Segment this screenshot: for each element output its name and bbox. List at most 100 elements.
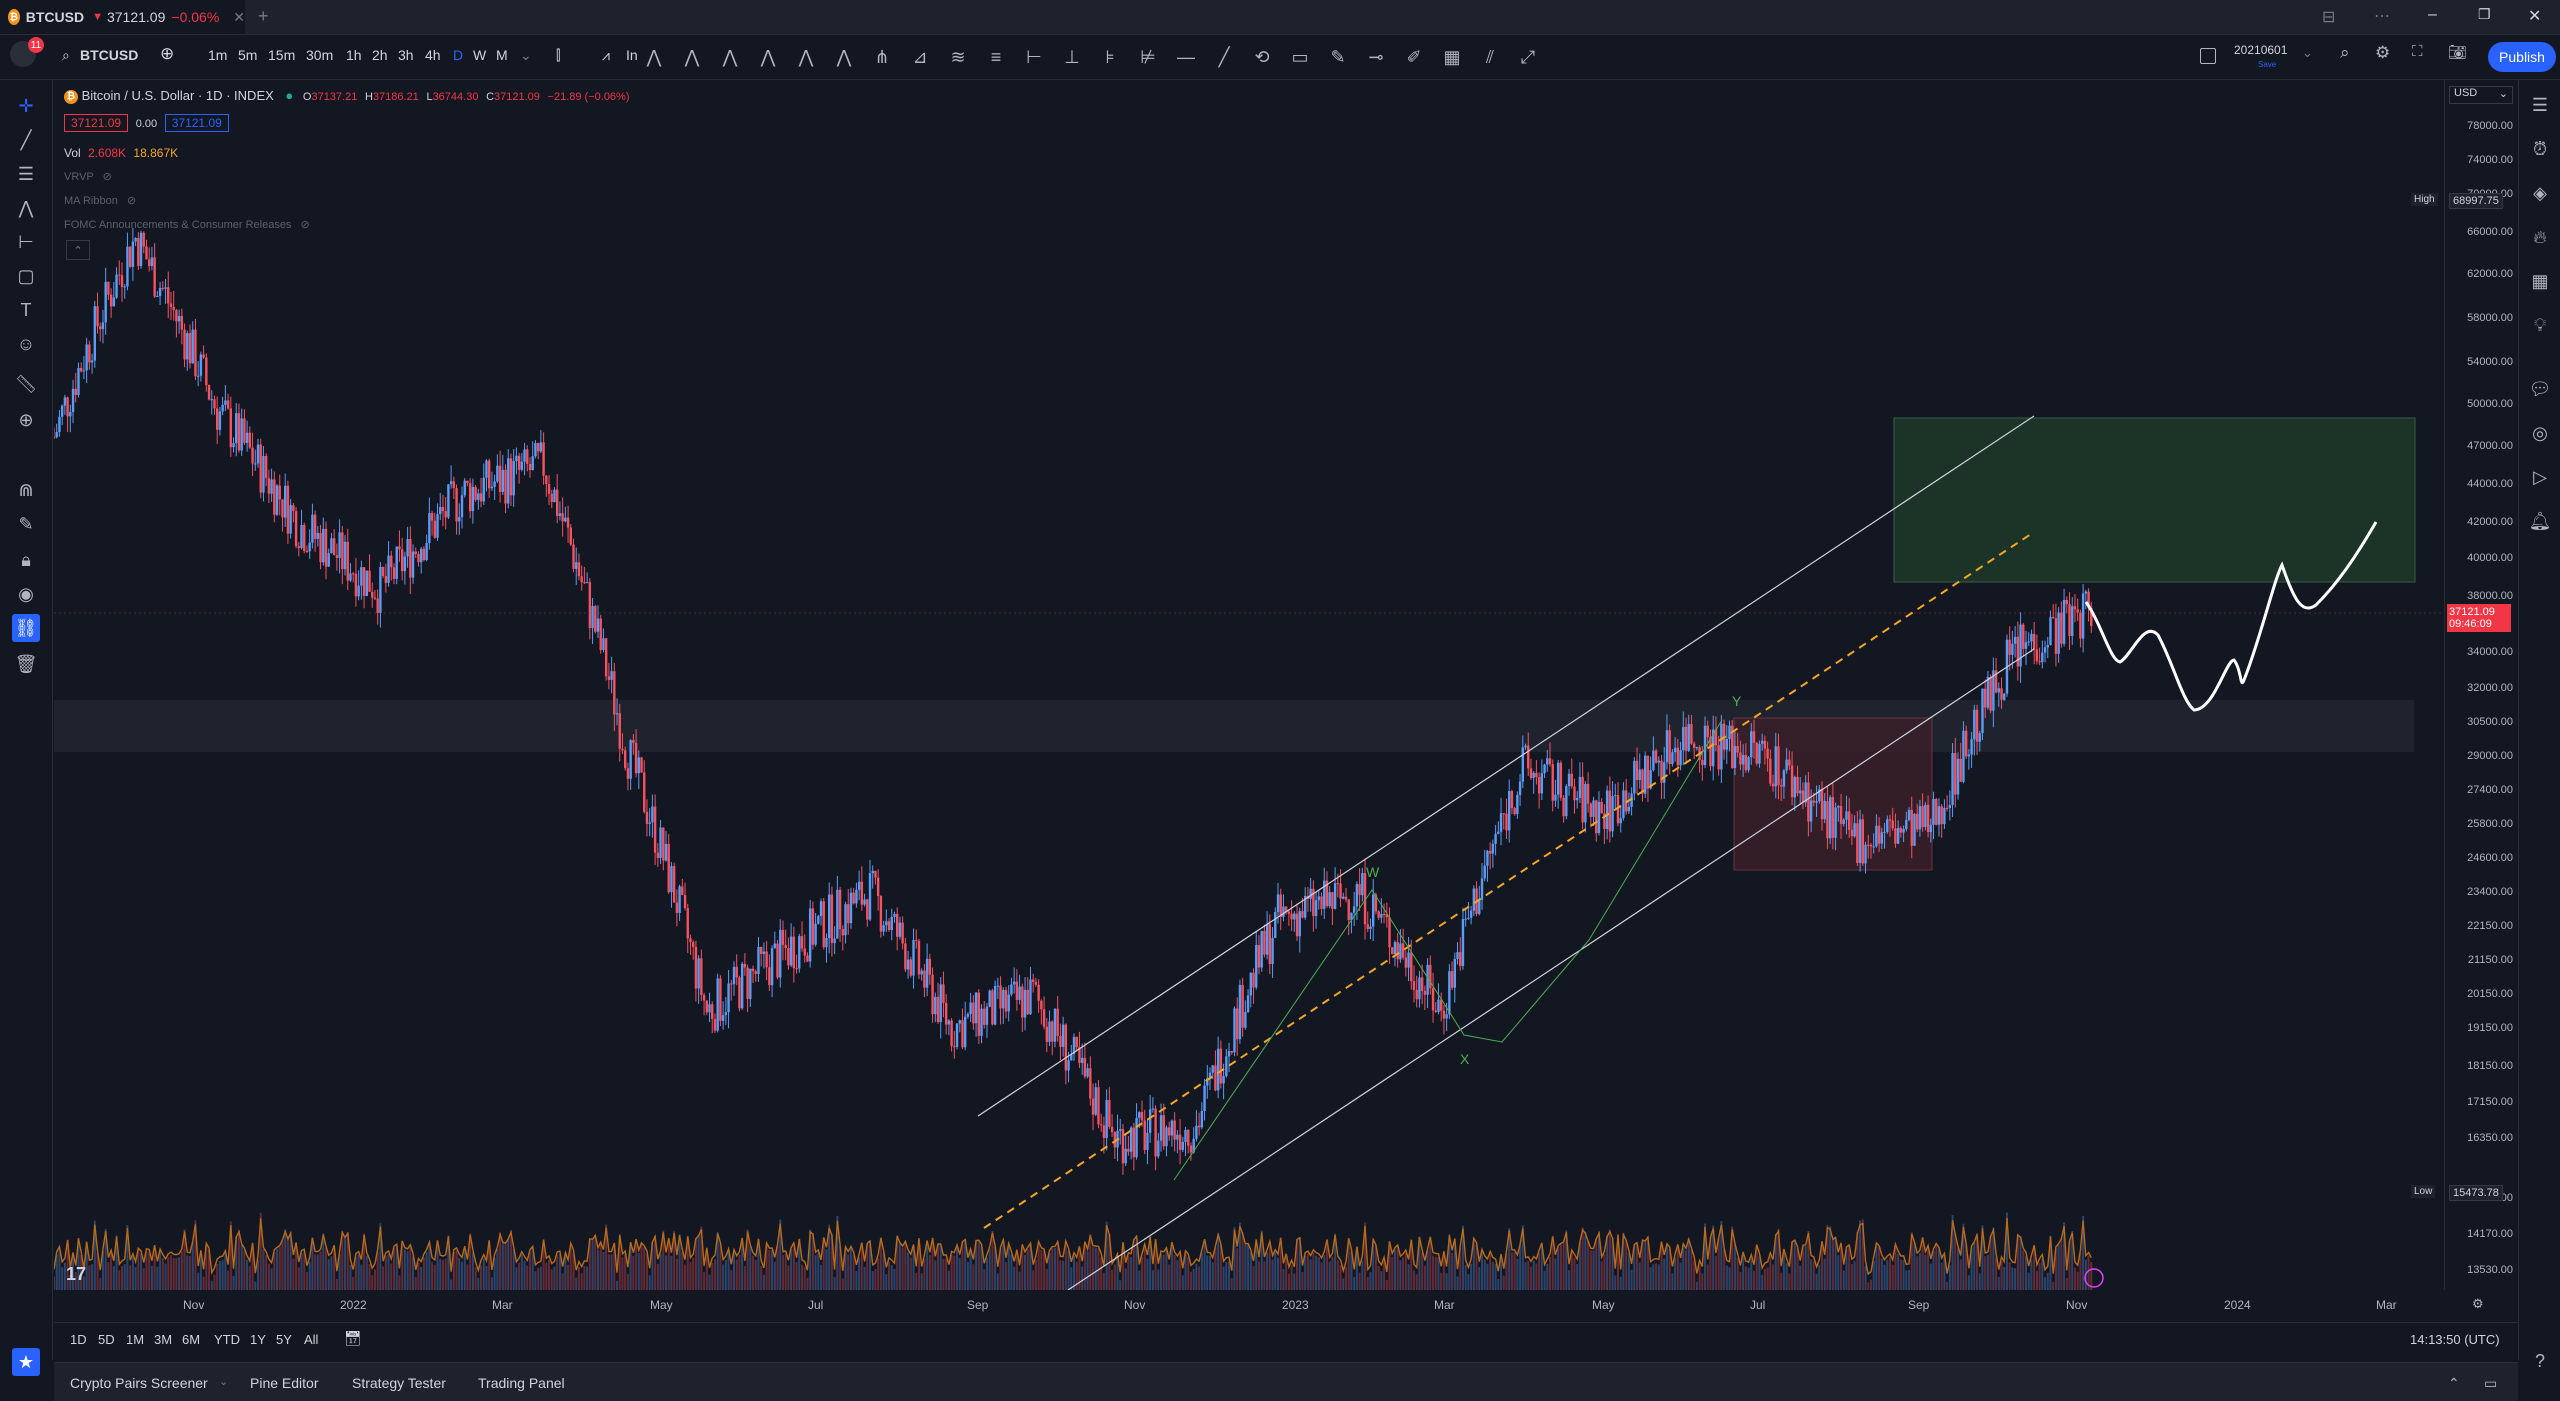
rectangle-icon[interactable]: ▭ [1286,43,1314,71]
trend-line-tool-icon[interactable]: ╱ [12,126,40,154]
ma-ribbon-legend[interactable]: MA Ribbon ⊘ [64,194,136,207]
maximize-icon[interactable]: ❐ [2478,6,2491,23]
ray-icon[interactable]: ⊸ [1362,43,1390,71]
fib-retracement-icon[interactable]: ≡ [982,43,1010,71]
brush-icon[interactable]: ✎ [1324,43,1352,71]
chat-icon[interactable]: 💬︎ [2527,376,2553,402]
fib-tool-icon[interactable]: ☰ [12,160,40,188]
grid-icon[interactable]: ▦ [1438,43,1466,71]
currency-selector[interactable]: USD ⌄ [2449,86,2513,104]
range-5y[interactable]: 5Y [276,1332,292,1347]
hidden-eye-icon[interactable]: ⊘ [103,171,112,183]
buy-price[interactable]: 37121.09 [164,114,229,132]
stay-drawing-icon[interactable]: ✎ [12,510,40,538]
more-tools-icon[interactable]: ⤢ [1514,43,1542,71]
notifications-bell-icon[interactable]: 🔔︎ [2527,508,2553,534]
close-window-icon[interactable]: ✕ [2528,6,2541,26]
pencil-icon[interactable]: ✐ [1400,43,1428,71]
interval-w[interactable]: W [473,47,486,63]
range-6m[interactable]: 6M [182,1332,200,1347]
range-all[interactable]: All [304,1332,318,1347]
lock-icon[interactable]: 🔒︎ [12,546,40,574]
xabcd-pattern-icon[interactable]: ⋀ [640,43,668,71]
indicators-icon[interactable]: ⩘ [602,47,610,64]
date-range-icon[interactable]: ⊢ [1020,43,1048,71]
abcd-pattern-icon[interactable]: ⋀ [754,43,782,71]
interval-1m[interactable]: 1m [208,47,227,63]
eye-icon[interactable]: ◉ [12,580,40,608]
more-icon[interactable]: ⋯ [2374,6,2390,26]
pitchfork-icon[interactable]: ⋔ [868,43,896,71]
gann-fan-icon[interactable]: ≋ [944,43,972,71]
magnet-icon[interactable]: ⋒ [12,476,40,504]
range-1d[interactable]: 1D [70,1332,87,1347]
hotlist-flame-icon[interactable]: 🔥︎ [2527,224,2553,250]
interval-m[interactable]: M [496,47,508,63]
panel-maximize-icon[interactable]: ▭ [2484,1375,2497,1392]
tab-trading-panel[interactable]: Trading Panel [478,1375,565,1391]
trend-line-icon[interactable]: ╱ [1210,43,1238,71]
short-position-icon[interactable]: ⊭ [1134,43,1162,71]
price-scale[interactable]: USD ⌄ 78000.0074000.0070000.0066000.0062… [2411,80,2519,1290]
interval-5m[interactable]: 5m [238,47,257,63]
alerts-clock-icon[interactable]: ⏰︎ [2527,136,2553,162]
interval-2h[interactable]: 2h [372,47,388,63]
prediction-tool-icon[interactable]: ⊢ [12,228,40,256]
help-icon[interactable]: ? [2527,1348,2553,1374]
zoom-in-icon[interactable]: ⊕ [12,406,40,434]
snapshot-camera-icon[interactable]: 📷︎ [2448,43,2467,61]
search-icon[interactable]: ⌕ [62,47,70,64]
price-range-icon[interactable]: ⊥ [1058,43,1086,71]
legend-title[interactable]: Bitcoin / U.S. Dollar · 1D · INDEX [82,88,274,103]
tab-pine-editor[interactable]: Pine Editor [250,1375,318,1391]
layers-icon[interactable]: ◈ [2527,180,2553,206]
triangle-pattern-icon[interactable]: ⋀ [792,43,820,71]
panel-expand-icon[interactable]: ⌃ [2448,1375,2460,1392]
hidden-eye-icon[interactable]: ⊘ [127,195,136,207]
interval-3h[interactable]: 3h [398,47,414,63]
emoji-tool-icon[interactable]: ☺ [12,330,40,358]
cypher-pattern-icon[interactable]: ⋀ [678,43,706,71]
fomc-legend[interactable]: FOMC Announcements & Consumer Releases ⊘ [64,218,310,231]
pattern-tool-icon[interactable]: ⋀ [12,194,40,222]
streams-icon[interactable]: ◎ [2527,420,2553,446]
interval-1h[interactable]: 1h [346,47,362,63]
hidden-eye-icon[interactable]: ⊘ [301,219,310,231]
text-tool-icon[interactable]: T [12,296,40,324]
sync-drawings-icon[interactable]: ⛓ [12,614,40,642]
sell-price[interactable]: 37121.09 [64,114,129,132]
horizontal-line-icon[interactable]: — [1172,43,1200,71]
interval-d[interactable]: D [453,47,463,63]
chart-type-icon[interactable]: ⫿ [556,47,560,64]
vrvp-legend[interactable]: VRVP ⊘ [64,170,112,183]
layout-name[interactable]: 20210601 [2234,43,2287,57]
calendar-icon[interactable]: ▦ [2527,268,2553,294]
shape-tool-icon[interactable]: ▢ [12,262,40,290]
path-icon[interactable]: ⟲ [1248,43,1276,71]
quick-search-icon[interactable]: ⌕ [2340,43,2350,63]
scale-settings-icon[interactable]: ⚙ [2472,1296,2484,1312]
tab-close-icon[interactable]: ✕ [233,9,245,26]
range-3m[interactable]: 3M [154,1332,172,1347]
publish-button[interactable]: Publish [2488,42,2556,72]
fib-fan-icon[interactable]: ⊿ [906,43,934,71]
compare-add-icon[interactable]: ⊕ [160,44,174,64]
three-drives-icon[interactable]: ⋀ [830,43,858,71]
range-1m[interactable]: 1M [126,1332,144,1347]
ruler-icon[interactable]: 📏︎ [12,370,40,398]
price-chart[interactable]: W X Y 17 [54,80,2444,1290]
tab-strategy-tester[interactable]: Strategy Tester [352,1375,446,1391]
interval-dropdown-icon[interactable]: ⌄ [520,47,532,64]
minimize-icon[interactable]: – [2428,6,2437,24]
save-layout-icon[interactable] [2200,48,2216,64]
favorites-star-icon[interactable]: ★ [12,1348,40,1376]
range-1y[interactable]: 1Y [250,1332,266,1347]
long-position-icon[interactable]: ⊧ [1096,43,1124,71]
layout-dropdown-icon[interactable]: ⌄ [2302,45,2313,61]
watchlist-icon[interactable]: ☰ [2527,92,2553,118]
range-ytd[interactable]: YTD [214,1332,240,1347]
symbol-search[interactable]: BTCUSD [80,47,138,63]
clock[interactable]: 14:13:50 (UTC) [2410,1332,2500,1347]
indicators-button[interactable]: In [626,47,638,63]
interval-30m[interactable]: 30m [306,47,333,63]
